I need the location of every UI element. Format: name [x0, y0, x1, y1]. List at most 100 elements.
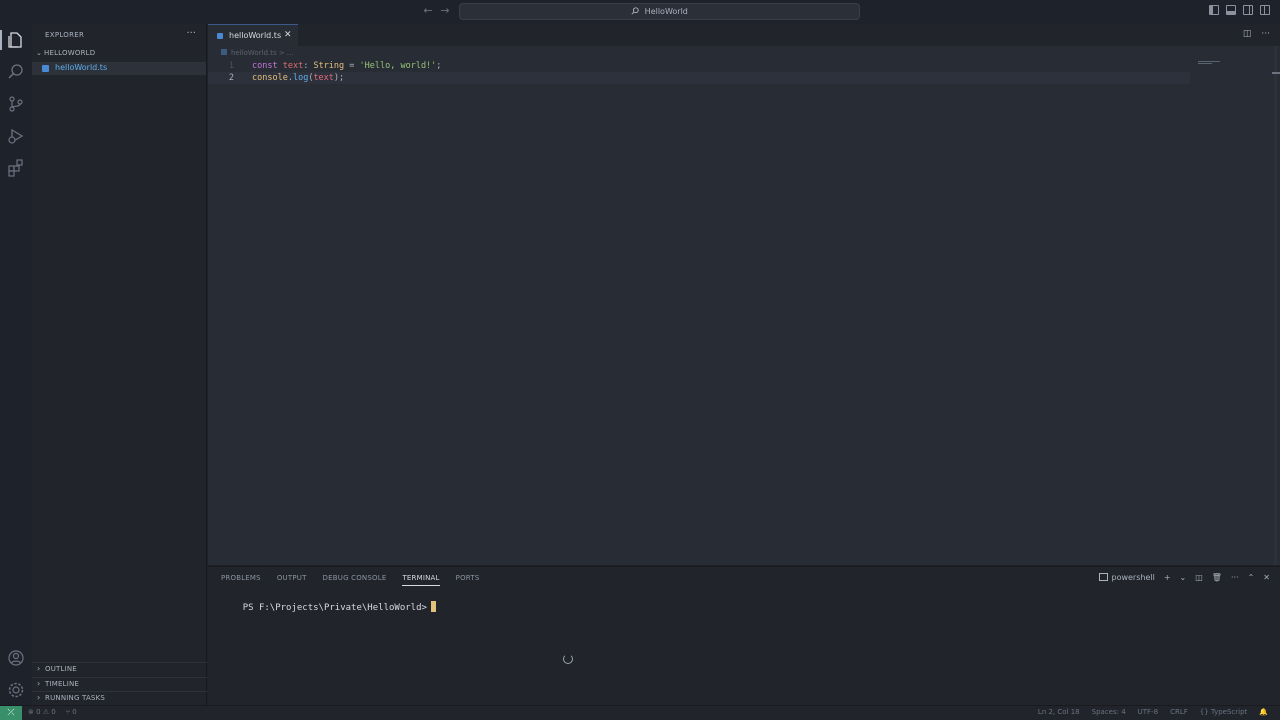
problems-status[interactable]: ⊗ 0 ⚠ 0: [28, 708, 56, 716]
more-actions-icon[interactable]: ···: [1231, 573, 1239, 582]
editor-scrollbar[interactable]: [1274, 46, 1277, 565]
cursor-position[interactable]: Ln 2, Col 18: [1038, 708, 1080, 716]
error-count: 0: [36, 708, 41, 716]
editor-tabs: helloWorld.ts ✕ ◫ ···: [208, 24, 1280, 46]
ports-status[interactable]: ⑂ 0: [66, 708, 77, 716]
manage-gear-icon[interactable]: [7, 681, 25, 699]
trash-icon[interactable]: 🗑: [1212, 573, 1222, 582]
tab-label: helloWorld.ts: [229, 31, 282, 40]
chevron-right-icon: ›: [37, 679, 41, 688]
token: String: [313, 61, 345, 71]
split-editor-icon[interactable]: ◫: [1243, 29, 1252, 39]
file-item-helloworld[interactable]: helloWorld.ts: [32, 62, 206, 75]
maximize-panel-icon[interactable]: ⌃: [1248, 573, 1255, 582]
token: :: [303, 61, 314, 71]
section-timeline[interactable]: › TIMELINE: [32, 677, 207, 691]
title-bar: ← → HelloWorld: [0, 0, 1280, 24]
accounts-icon[interactable]: [7, 649, 25, 667]
loading-spinner-icon: [563, 654, 573, 664]
token: ;: [436, 61, 442, 71]
breadcrumb-label: helloWorld.ts > ...: [231, 49, 294, 57]
workspace-folder[interactable]: ⌄ HELLOWORLD: [36, 49, 95, 57]
remote-indicator-icon[interactable]: ⤫: [0, 706, 22, 720]
search-icon: [631, 7, 639, 15]
back-arrow-icon[interactable]: ←: [421, 4, 435, 18]
section-label: TIMELINE: [45, 680, 80, 688]
more-actions-icon[interactable]: ···: [1261, 29, 1270, 39]
editor-area: helloWorld.ts ✕ ◫ ··· helloWorld.ts > ..…: [208, 24, 1280, 565]
run-debug-icon[interactable]: [7, 127, 25, 145]
tab-ports[interactable]: PORTS: [456, 574, 480, 586]
token: log: [292, 73, 309, 83]
token: =: [344, 61, 360, 71]
close-icon[interactable]: ✕: [284, 30, 292, 40]
token: 'Hello, world!': [359, 61, 437, 71]
ports-count: 0: [72, 708, 77, 716]
activity-bar: [0, 24, 32, 705]
forward-arrow-icon[interactable]: →: [438, 4, 452, 18]
notifications-bell-icon[interactable]: 🔔: [1259, 708, 1268, 716]
status-bar: ⤫ ⊗ 0 ⚠ 0 ⑂ 0 Ln 2, Col 18 Spaces: 4 UTF…: [0, 705, 1280, 720]
customize-layout-icon[interactable]: [1260, 5, 1270, 15]
folder-label: HELLOWORLD: [44, 49, 96, 57]
section-label: RUNNING TASKS: [45, 694, 106, 702]
shell-name: powershell: [1111, 573, 1155, 582]
token: text: [313, 73, 334, 83]
toggle-secondary-sidebar-icon[interactable]: [1243, 5, 1253, 15]
line-number: 1: [228, 61, 234, 71]
tab-problems[interactable]: PROBLEMS: [221, 574, 261, 586]
token: const: [252, 61, 278, 71]
extensions-icon[interactable]: [7, 159, 25, 177]
token: text: [282, 61, 304, 71]
explorer-icon[interactable]: [7, 31, 25, 49]
tab-output[interactable]: OUTPUT: [277, 574, 307, 586]
chevron-right-icon: ›: [37, 693, 41, 702]
search-icon[interactable]: [7, 63, 25, 81]
warning-count: 0: [51, 708, 56, 716]
chevron-down-icon: ⌄: [36, 49, 43, 57]
code-line: 1 const text: String = 'Hello, world!';: [208, 60, 1190, 72]
language-mode[interactable]: {} TypeScript: [1200, 708, 1248, 716]
language-label: TypeScript: [1210, 708, 1248, 716]
token: console: [252, 73, 288, 83]
close-panel-icon[interactable]: ✕: [1263, 573, 1270, 582]
section-outline[interactable]: › OUTLINE: [32, 662, 207, 676]
more-actions-icon[interactable]: ···: [186, 28, 196, 39]
typescript-file-icon: [42, 65, 49, 72]
active-indicator: [0, 30, 2, 50]
tab-terminal[interactable]: TERMINAL: [402, 574, 440, 586]
section-running-tasks[interactable]: › RUNNING TASKS: [32, 691, 207, 705]
chevron-down-icon[interactable]: ⌄: [1180, 573, 1187, 582]
indentation[interactable]: Spaces: 4: [1092, 708, 1126, 716]
new-terminal-plus-icon[interactable]: +: [1164, 573, 1171, 582]
breadcrumb[interactable]: helloWorld.ts > ...: [221, 49, 294, 57]
scroll-cursor-marker: [1272, 72, 1280, 74]
explorer-sidebar: EXPLORER ··· ⌄ HELLOWORLD helloWorld.ts ›…: [32, 24, 207, 705]
toggle-primary-sidebar-icon[interactable]: [1209, 5, 1219, 15]
terminal-cursor: [430, 601, 436, 612]
terminal-icon: [1099, 573, 1109, 581]
encoding[interactable]: UTF-8: [1138, 708, 1158, 716]
sidebar-title: EXPLORER: [45, 31, 85, 39]
typescript-file-icon: [217, 33, 223, 39]
typescript-file-icon: [221, 49, 227, 55]
tab-helloworld[interactable]: helloWorld.ts ✕: [208, 24, 298, 46]
minimap[interactable]: [1198, 61, 1228, 65]
bottom-panel: PROBLEMS OUTPUT DEBUG CONSOLE TERMINAL P…: [208, 566, 1280, 705]
token: );: [333, 73, 345, 83]
code-line: 2 console.log(text);: [208, 72, 1190, 84]
line-number: 2: [228, 73, 234, 83]
terminal-shell-selector[interactable]: powershell: [1099, 573, 1155, 582]
chevron-right-icon: ›: [37, 664, 41, 673]
command-center-search[interactable]: HelloWorld: [459, 3, 860, 20]
end-of-line[interactable]: CRLF: [1170, 708, 1188, 716]
split-terminal-icon[interactable]: ◫: [1195, 573, 1203, 582]
toggle-panel-icon[interactable]: [1226, 5, 1236, 15]
file-name: helloWorld.ts: [55, 63, 108, 72]
command-center-label: HelloWorld: [644, 7, 688, 16]
tab-debug-console[interactable]: DEBUG CONSOLE: [323, 574, 387, 586]
section-label: OUTLINE: [45, 665, 77, 673]
source-control-icon[interactable]: [7, 95, 25, 113]
terminal-output[interactable]: PS F:\Projects\Private\HelloWorld>: [221, 591, 436, 623]
terminal-prompt: PS F:\Projects\Private\HelloWorld>: [242, 603, 427, 613]
